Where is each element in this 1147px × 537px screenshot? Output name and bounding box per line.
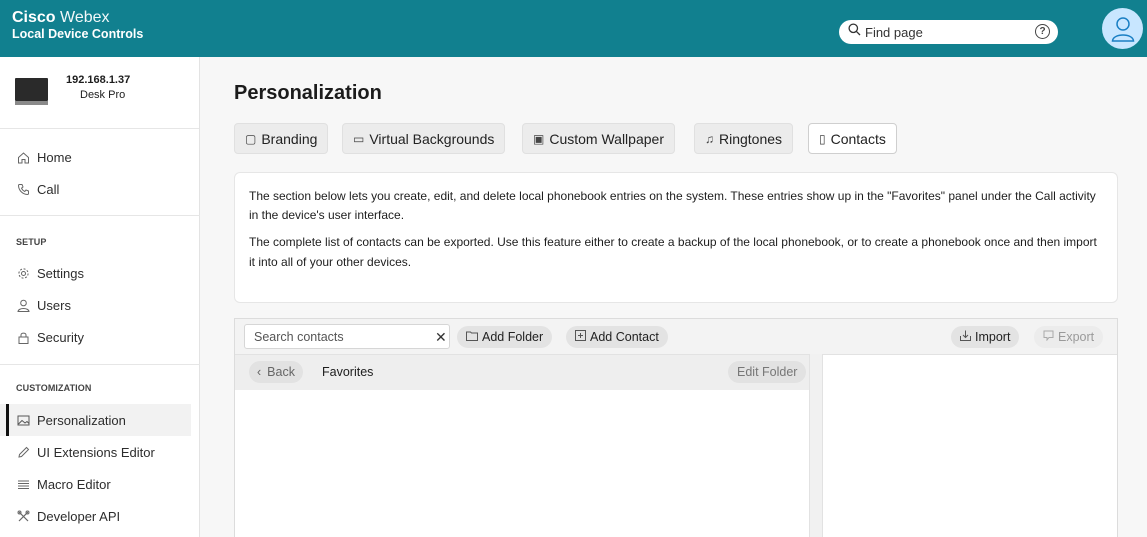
lines-icon bbox=[16, 477, 30, 491]
contacts-panel: ✕ Add Folder Add Contact Import Export ‹… bbox=[234, 318, 1118, 537]
sidebar-item-label: Call bbox=[37, 181, 60, 197]
wallpaper-icon: ▣ bbox=[533, 131, 545, 146]
import-label: Import bbox=[975, 330, 1011, 344]
search-icon bbox=[848, 23, 861, 41]
contact-detail-pane bbox=[822, 354, 1117, 537]
device-thumbnail bbox=[15, 78, 48, 105]
section-label-setup: SETUP bbox=[16, 237, 47, 247]
sidebar-item-label: Personalization bbox=[37, 412, 126, 428]
sidebar-item-call[interactable]: Call bbox=[0, 173, 191, 205]
page-title: Personalization bbox=[234, 82, 382, 104]
sidebar-item-users[interactable]: Users bbox=[0, 289, 191, 321]
sidebar-item-security[interactable]: Security bbox=[0, 321, 191, 353]
sidebar-item-label: UI Extensions Editor bbox=[37, 444, 155, 460]
search-contacts-input[interactable] bbox=[254, 329, 414, 344]
device-model: Desk Pro bbox=[80, 89, 126, 101]
contacts-description: The section below lets you create, edit,… bbox=[234, 172, 1118, 303]
sidebar-item-personalization[interactable]: Personalization bbox=[0, 404, 191, 436]
export-label: Export bbox=[1058, 330, 1095, 344]
device-summary: 192.168.1.37 Desk Pro bbox=[0, 57, 199, 129]
sidebar-item-label: Developer API bbox=[37, 508, 121, 524]
help-icon[interactable]: ? bbox=[1035, 24, 1050, 39]
music-icon: ♫ bbox=[705, 131, 714, 146]
add-folder-label: Add Folder bbox=[482, 330, 544, 344]
sidebar-item-label: Macro Editor bbox=[37, 476, 111, 492]
phone-icon bbox=[16, 182, 30, 196]
contacts-list: ‹ Back Favorites Edit Folder bbox=[235, 354, 809, 537]
add-contact-button[interactable]: Add Contact bbox=[566, 326, 668, 348]
sidebar-item-label: Home bbox=[37, 149, 72, 165]
scrollbar[interactable] bbox=[809, 354, 822, 537]
export-button[interactable]: Export bbox=[1034, 326, 1104, 348]
user-icon bbox=[1111, 16, 1134, 42]
tab-contacts[interactable]: ▯ Contacts bbox=[808, 123, 897, 154]
tab-label: Virtual Backgrounds bbox=[369, 130, 495, 147]
background-icon: ▭ bbox=[353, 131, 365, 146]
tab-branding[interactable]: ▢ Branding bbox=[234, 123, 329, 154]
tab-virtual-backgrounds[interactable]: ▭ Virtual Backgrounds bbox=[342, 123, 506, 154]
sidebar-item-settings[interactable]: Settings bbox=[0, 257, 191, 289]
find-page-search[interactable]: ? bbox=[839, 20, 1058, 44]
brand-name: Cisco bbox=[12, 9, 56, 26]
add-contact-label: Add Contact bbox=[590, 330, 659, 344]
import-button[interactable]: Import bbox=[951, 326, 1020, 348]
tools-icon bbox=[16, 509, 30, 523]
tab-label: Branding bbox=[261, 130, 318, 147]
description-paragraph: The section below lets you create, edit,… bbox=[249, 189, 1096, 223]
divider bbox=[0, 364, 200, 365]
app-subtitle: Local Device Controls bbox=[12, 27, 144, 42]
section-label-customization: CUSTOMIZATION bbox=[16, 383, 92, 393]
contacts-toolbar: ✕ Add Folder Add Contact Import Export bbox=[235, 319, 1117, 354]
sidebar-item-label: Users bbox=[37, 297, 71, 313]
description-paragraph: The complete list of contacts can be exp… bbox=[249, 235, 1097, 269]
sidebar-item-developer-api[interactable]: Developer API bbox=[0, 500, 191, 532]
tab-label: Custom Wallpaper bbox=[549, 130, 664, 147]
plus-box-icon bbox=[575, 330, 586, 344]
home-icon bbox=[16, 150, 30, 164]
current-folder-name: Favorites bbox=[322, 365, 374, 379]
sidebar-item-ui-extensions-editor[interactable]: UI Extensions Editor bbox=[0, 436, 191, 468]
import-icon bbox=[960, 330, 971, 344]
folder-plus-icon bbox=[466, 330, 478, 344]
lock-icon bbox=[16, 330, 30, 344]
user-icon bbox=[16, 298, 30, 312]
find-page-input[interactable] bbox=[861, 24, 1026, 40]
brand: Cisco Webex Local Device Controls bbox=[12, 9, 143, 42]
search-contacts[interactable]: ✕ bbox=[244, 324, 450, 349]
sidebar-item-macro-editor[interactable]: Macro Editor bbox=[0, 468, 191, 500]
add-folder-button[interactable]: Add Folder bbox=[457, 326, 553, 348]
avatar[interactable] bbox=[1102, 8, 1143, 49]
back-button[interactable]: ‹ Back bbox=[249, 361, 303, 383]
sidebar-item-label: Settings bbox=[37, 265, 84, 281]
chevron-left-icon: ‹ bbox=[257, 365, 262, 379]
device-ip: 192.168.1.37 bbox=[66, 74, 131, 86]
tab-label: Contacts bbox=[830, 130, 886, 147]
gear-icon bbox=[16, 266, 30, 280]
sidebar-item-label: Security bbox=[37, 329, 84, 345]
pencil-icon bbox=[16, 445, 30, 459]
divider bbox=[0, 215, 200, 216]
tab-custom-wallpaper[interactable]: ▣ Custom Wallpaper bbox=[522, 123, 675, 154]
edit-folder-button[interactable]: Edit Folder bbox=[728, 361, 807, 383]
sidebar: 192.168.1.37 Desk Pro Home Call SETUP Se… bbox=[0, 57, 200, 537]
back-label: Back bbox=[267, 365, 295, 379]
contacts-icon: ▯ bbox=[819, 131, 826, 146]
brand-product: Webex bbox=[60, 9, 110, 26]
image-icon bbox=[16, 413, 30, 427]
clear-search-icon[interactable]: ✕ bbox=[435, 329, 447, 346]
sidebar-item-home[interactable]: Home bbox=[0, 141, 191, 173]
top-bar: Cisco Webex Local Device Controls ? bbox=[0, 0, 1147, 57]
tab-ringtones[interactable]: ♫ Ringtones bbox=[694, 123, 794, 154]
export-icon bbox=[1043, 330, 1054, 344]
branding-icon: ▢ bbox=[245, 131, 257, 146]
folder-header: ‹ Back Favorites Edit Folder bbox=[235, 355, 809, 390]
tab-label: Ringtones bbox=[719, 130, 783, 147]
